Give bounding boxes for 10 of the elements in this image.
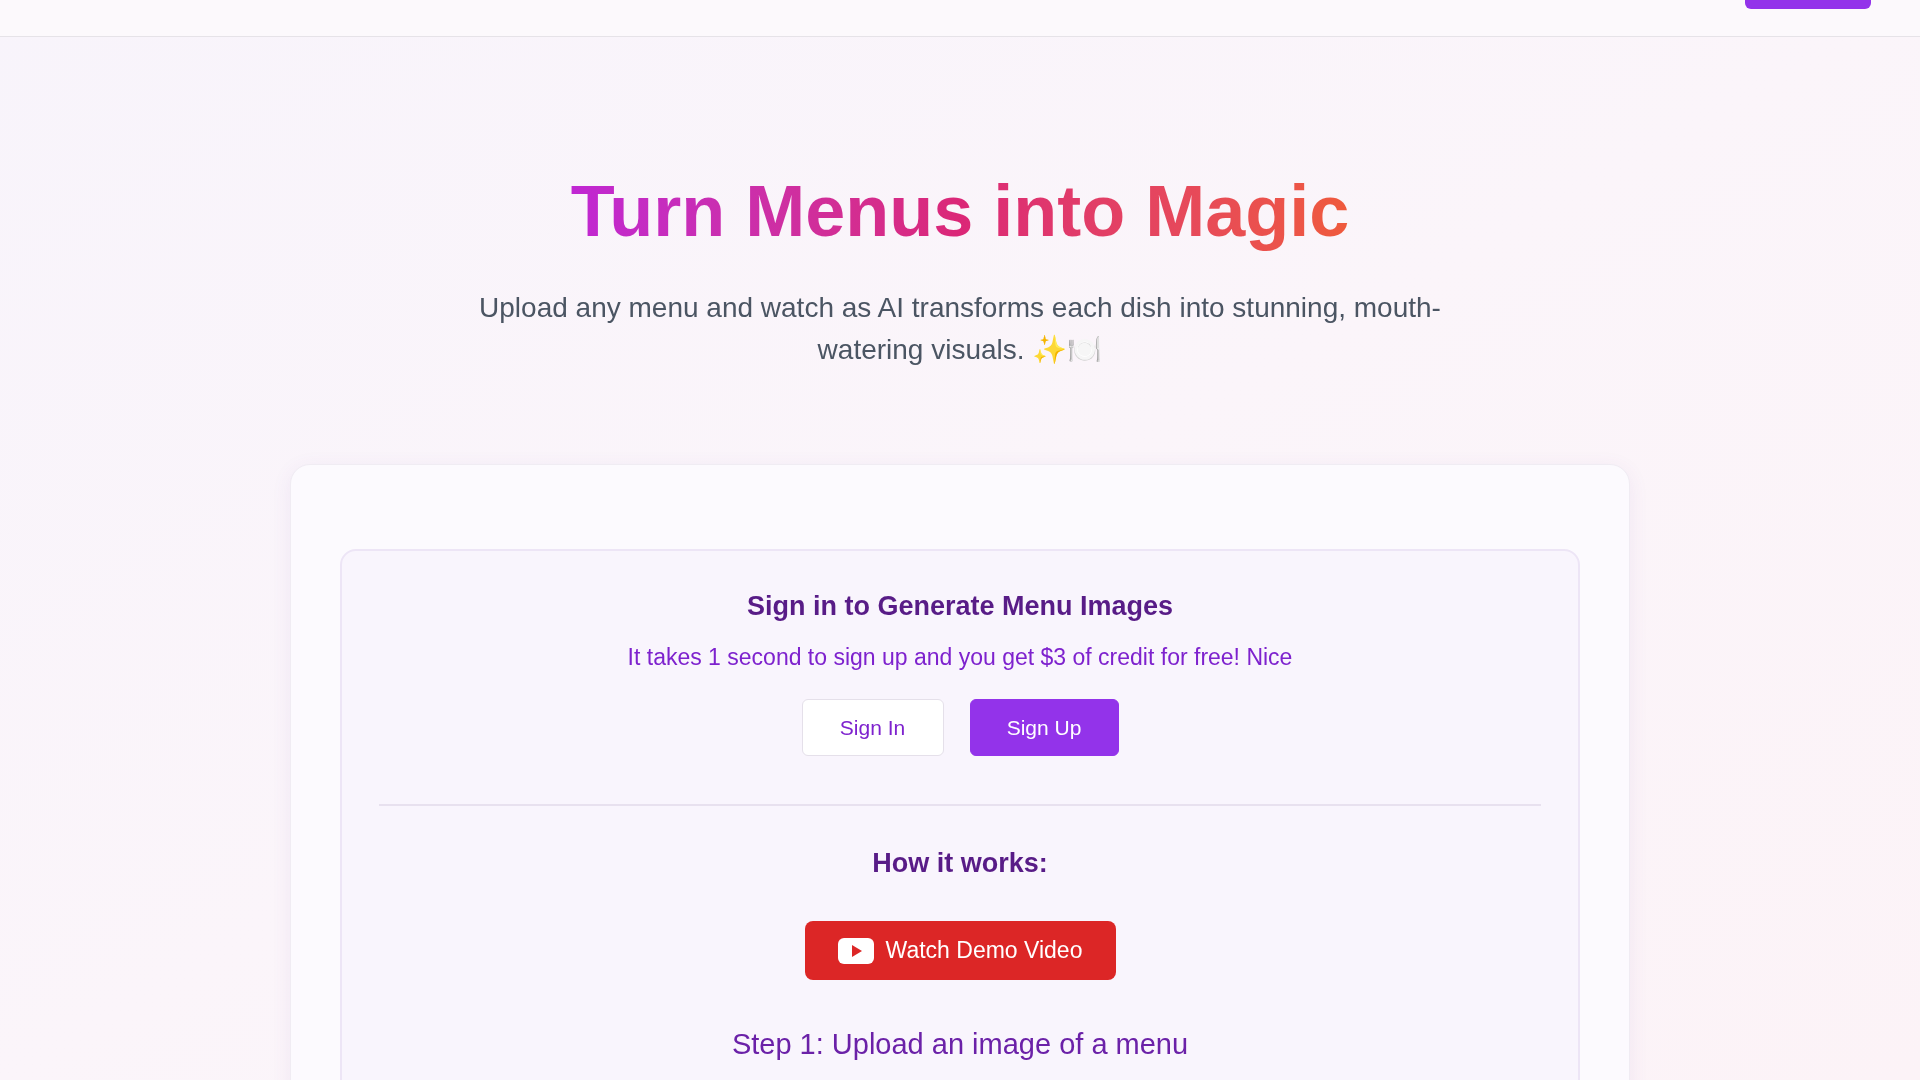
step-heading: Step 1: Upload an image of a menu bbox=[731, 1027, 1189, 1062]
sign-in-button[interactable]: Sign In bbox=[801, 699, 944, 756]
how-heading: How it works: bbox=[872, 847, 1048, 880]
demo-video-button[interactable]: Watch Demo Video bbox=[804, 921, 1116, 980]
play-icon bbox=[837, 937, 874, 964]
signin-heading: Sign in to Generate Menu Images bbox=[746, 590, 1174, 623]
hero-subtitle: Upload any menu and watch as AI transforms each dish into stunning, mouth-watering visuals. ✨🍽 bbox=[478, 291, 1442, 367]
sign-up-button[interactable]: Sign Up bbox=[969, 699, 1119, 756]
signin-note: It takes 1 second to sign up and you get $3 of credit for free! Nice bbox=[627, 643, 1293, 672]
header-button[interactable] bbox=[1745, 0, 1871, 9]
